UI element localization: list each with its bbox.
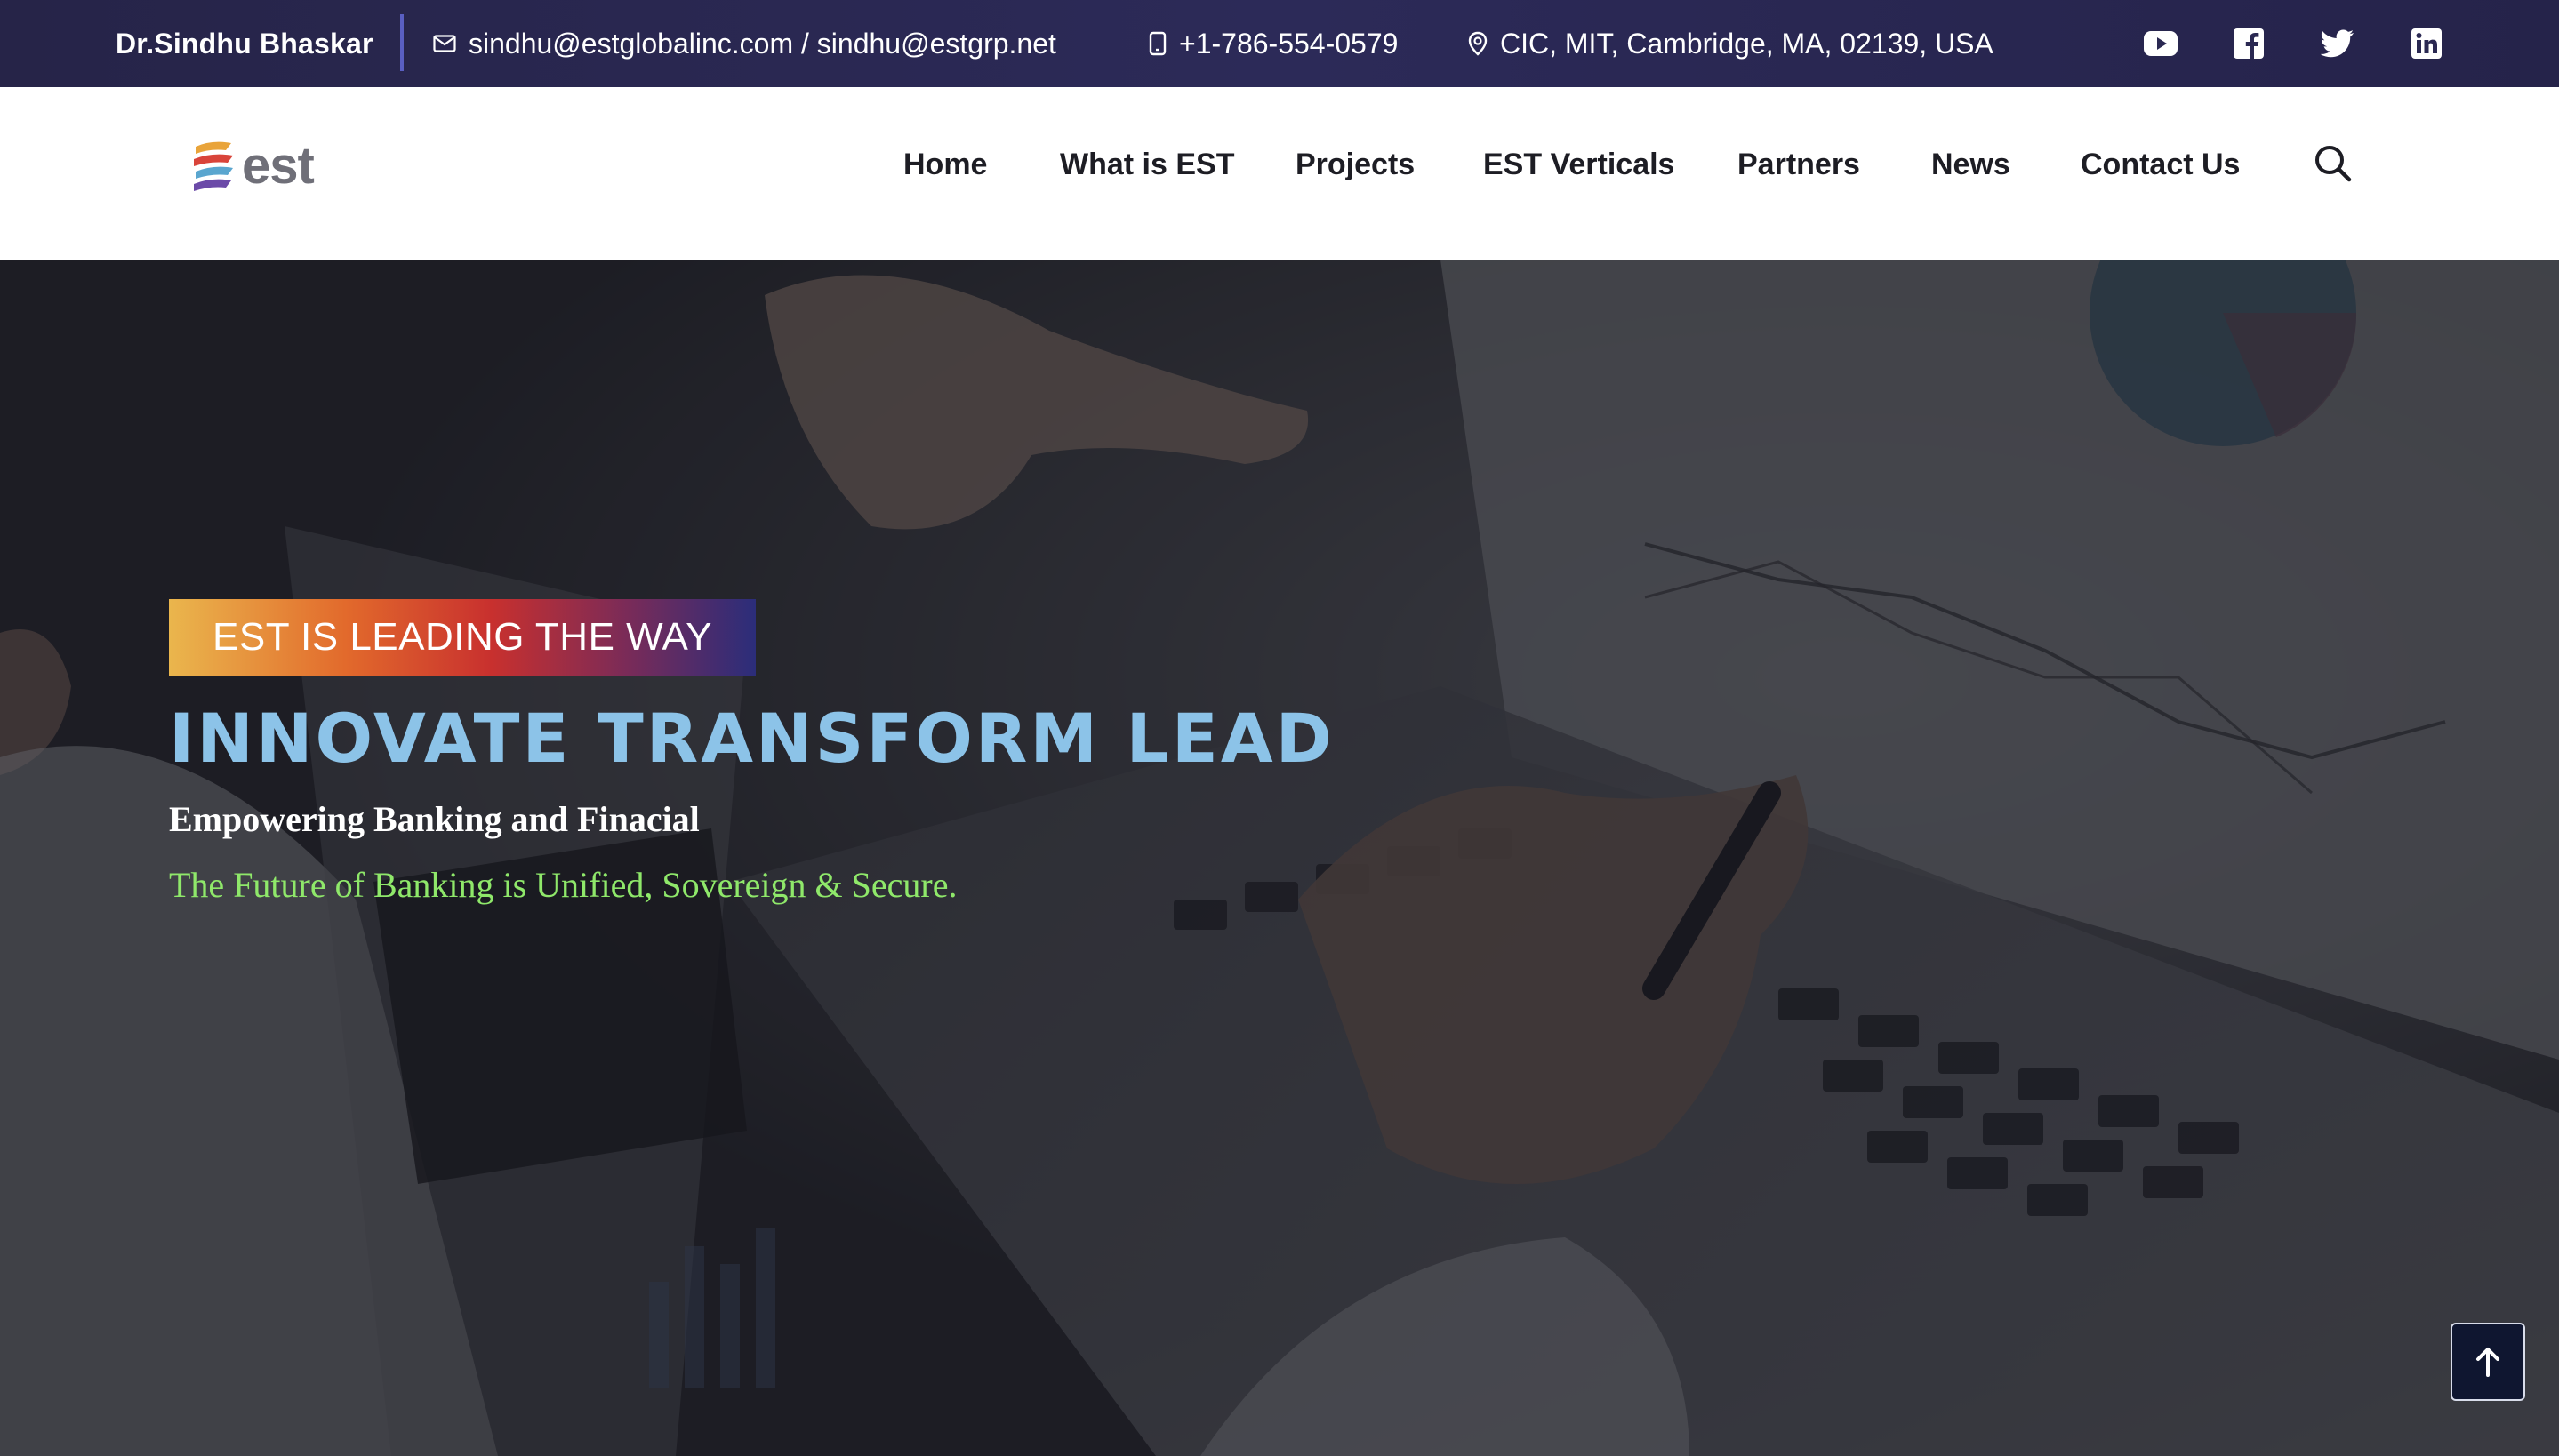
mail-icon: [433, 35, 456, 52]
contact-phone[interactable]: +1-786-554-0579: [1149, 0, 1398, 87]
nav-projects[interactable]: Projects: [1296, 148, 1415, 182]
hero-banner: EST IS LEADING THE WAY INNOVATE TRANSFOR…: [0, 260, 2559, 1456]
est-logo-mark: [194, 141, 233, 191]
main-navbar: est Home What is EST Projects EST Vertic…: [0, 87, 2559, 260]
hero-tagline: The Future of Banking is Unified, Sovere…: [169, 865, 958, 905]
scroll-to-top-button[interactable]: [2451, 1323, 2525, 1401]
nav-news[interactable]: News: [1931, 148, 2010, 182]
est-logo[interactable]: est: [189, 136, 315, 196]
contact-email[interactable]: sindhu@estglobalinc.com / sindhu@estgrp.…: [433, 0, 1056, 87]
contact-email-text[interactable]: sindhu@estglobalinc.com / sindhu@estgrp.…: [469, 28, 1056, 60]
map-pin-icon: [1468, 31, 1488, 56]
linkedin-icon[interactable]: [2409, 26, 2444, 61]
topbar-divider: [400, 14, 404, 71]
hero-badge: EST IS LEADING THE WAY: [169, 599, 756, 676]
hero-dark-overlay: [0, 260, 2559, 1456]
search-icon[interactable]: [2312, 142, 2354, 185]
nav-what-is-est[interactable]: What is EST: [1060, 148, 1234, 182]
logo-text: est: [242, 137, 315, 195]
youtube-icon[interactable]: [2143, 26, 2178, 61]
top-contact-bar: Dr.Sindhu Bhaskar sindhu@estglobalinc.co…: [0, 0, 2559, 87]
nav-est-verticals[interactable]: EST Verticals: [1483, 148, 1674, 182]
contact-address-text: CIC, MIT, Cambridge, MA, 02139, USA: [1500, 27, 1993, 60]
twitter-icon[interactable]: [2320, 26, 2355, 61]
arrow-up-icon: [2476, 1348, 2499, 1377]
contact-name: Dr.Sindhu Bhaskar: [116, 27, 373, 60]
hero-headline: INNOVATE TRANSFORM LEAD: [169, 699, 1335, 778]
hero-subtitle: Empowering Banking and Finacial: [169, 799, 700, 839]
nav-partners[interactable]: Partners: [1737, 148, 1860, 182]
nav-contact-us[interactable]: Contact Us: [2081, 148, 2240, 182]
nav-home[interactable]: Home: [903, 148, 987, 182]
facebook-icon[interactable]: [2231, 26, 2266, 61]
contact-address: CIC, MIT, Cambridge, MA, 02139, USA: [1468, 0, 1993, 87]
contact-phone-text[interactable]: +1-786-554-0579: [1179, 28, 1398, 60]
mobile-phone-icon: [1149, 31, 1167, 56]
